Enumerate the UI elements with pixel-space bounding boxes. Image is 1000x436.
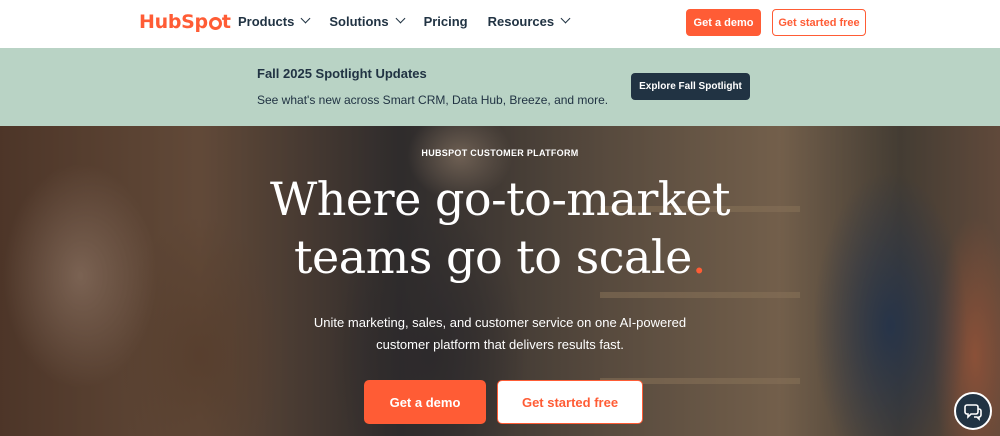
menu-label: Solutions [329,14,389,29]
menu-item-pricing[interactable]: Pricing [424,14,468,29]
banner-subtitle: See what's new across Smart CRM, Data Hu… [257,93,609,107]
chevron-down-icon [395,13,406,24]
nav-get-started-free-button[interactable]: Get started free [772,9,866,36]
hero-title-line-2-text: teams go to scale [294,230,692,284]
hero-title: Where go-to-market teams go to scale. [0,170,1000,286]
menu-label: Products [238,14,295,29]
chat-button[interactable] [954,392,992,430]
hero-title-line-1: Where go-to-market [270,172,730,226]
main-menu: Products Solutions Pricing Resources [238,13,589,29]
hero-subtitle: Unite marketing, sales, and customer ser… [0,312,1000,356]
logo-text-mid: Sp [181,11,208,33]
menu-item-solutions[interactable]: Solutions [329,13,406,29]
logo-text-start: Hub [139,11,182,33]
spotlight-banner: Fall 2025 Spotlight Updates See what's n… [0,48,1000,126]
menu-item-products[interactable]: Products [238,13,311,29]
explore-spotlight-button[interactable]: Explore Fall Spotlight [631,73,750,100]
hero-kicker: HUBSPOT CUSTOMER PLATFORM [421,148,579,158]
menu-label: Pricing [423,14,468,29]
top-navigation: Hub Sp t Products Solutions Pricing Resour… [0,0,1000,48]
chevron-down-icon [300,13,311,24]
hero-get-demo-button[interactable]: Get a demo [364,380,486,424]
hero-subtitle-line-1: Unite marketing, sales, and customer ser… [313,315,687,330]
logo-text-end: t [221,11,231,33]
hubspot-logo[interactable]: Hub Sp t [139,11,231,33]
nav-get-demo-button[interactable]: Get a demo [686,9,761,36]
chevron-down-icon [560,13,571,24]
hero-title-dot: . [691,230,707,284]
banner-title: Fall 2025 Spotlight Updates [257,66,427,81]
hero-title-line-2: teams go to scale. [0,228,1000,286]
hero-section: HUBSPOT CUSTOMER PLATFORM Where go-to-ma… [0,126,1000,436]
menu-label: Resources [487,14,555,29]
hero-subtitle-line-2: customer platform that delivers results … [376,337,624,352]
menu-item-resources[interactable]: Resources [487,13,571,29]
chat-icon [964,404,982,421]
hero-get-started-free-button[interactable]: Get started free [497,380,643,424]
sprocket-icon [208,16,222,30]
